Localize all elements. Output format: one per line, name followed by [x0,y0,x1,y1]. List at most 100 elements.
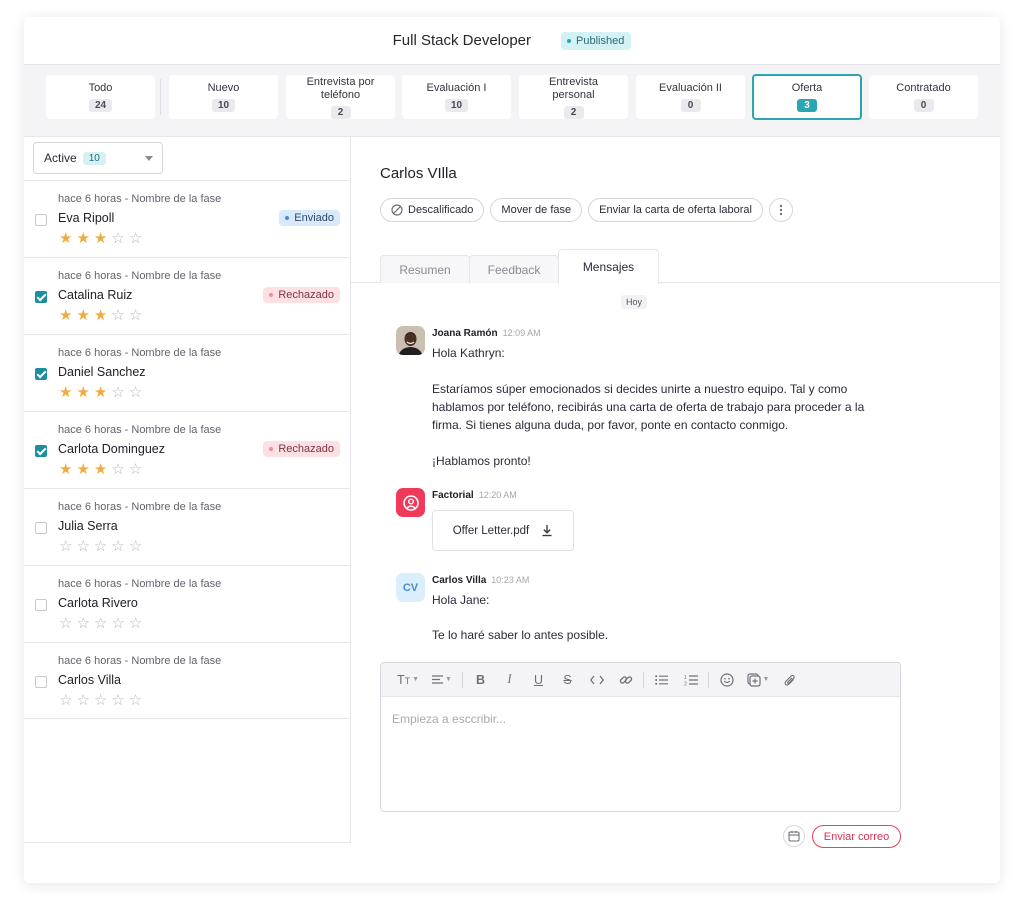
star-empty-icon[interactable]: ☆ [129,616,142,631]
star-empty-icon[interactable]: ☆ [94,539,107,554]
candidate-name: Carlos Villa [58,673,121,687]
star-filled-icon[interactable]: ★ [59,231,72,246]
stage-todo[interactable]: Todo 24 [46,75,155,119]
underline-button[interactable]: U [524,668,553,692]
star-filled-icon[interactable]: ★ [94,231,107,246]
align-button[interactable]: ▼ [425,668,459,692]
message-input[interactable] [381,698,900,811]
candidate-row[interactable]: hace 6 horas - Nombre de la fase Eva Rip… [24,180,351,257]
star-empty-icon[interactable]: ☆ [59,539,72,554]
star-empty-icon[interactable]: ☆ [111,385,124,400]
candidate-checkbox[interactable] [35,445,47,457]
tab-label: Resumen [399,262,451,277]
star-empty-icon[interactable]: ☆ [59,693,72,708]
star-empty-icon[interactable]: ☆ [129,385,142,400]
emoji-button[interactable] [712,668,741,692]
message-paragraph: ¡Hablamos pronto! [432,454,531,468]
candidate-checkbox[interactable] [35,291,47,303]
star-empty-icon[interactable]: ☆ [129,231,142,246]
bullet-list-button[interactable] [647,668,676,692]
star-filled-icon[interactable]: ★ [76,231,89,246]
stage-contratado[interactable]: Contratado 0 [869,75,978,119]
stage-count: 3 [797,99,817,112]
send-offer-label: Enviar la carta de oferta laboral [599,204,752,216]
candidate-row[interactable]: hace 6 horas - Nombre de la fase Julia S… [24,488,351,565]
candidate-checkbox[interactable] [35,676,47,688]
candidate-row[interactable]: hace 6 horas - Nombre de la fase Carlos … [24,642,351,719]
link-button[interactable] [611,668,640,692]
star-empty-icon[interactable]: ☆ [76,616,89,631]
stage-entrevista-personal[interactable]: Entrevista personal 2 [519,75,628,119]
text-size-button[interactable]: TT ▼ [391,668,425,692]
star-rating[interactable]: ☆ ☆ ☆ ☆ ☆ [59,539,142,554]
star-filled-icon[interactable]: ★ [76,385,89,400]
stage-count: 2 [563,105,584,119]
star-empty-icon[interactable]: ☆ [94,693,107,708]
star-empty-icon[interactable]: ☆ [76,539,89,554]
star-empty-icon[interactable]: ☆ [59,616,72,631]
candidate-row[interactable]: hace 6 horas - Nombre de la fase Daniel … [24,334,351,411]
star-empty-icon[interactable]: ☆ [129,308,142,323]
candidate-name: Catalina Ruiz [58,288,133,302]
italic-button[interactable]: I [495,668,524,692]
attach-button[interactable] [775,668,804,692]
candidate-checkbox[interactable] [35,214,47,226]
download-icon[interactable] [541,524,553,537]
star-filled-icon[interactable]: ★ [94,308,107,323]
star-empty-icon[interactable]: ☆ [111,693,124,708]
candidate-checkbox[interactable] [35,522,47,534]
send-email-button[interactable]: Enviar correo [812,825,901,848]
star-empty-icon[interactable]: ☆ [129,539,142,554]
disqualify-button[interactable]: Descalificado [380,198,485,222]
star-rating[interactable]: ☆ ☆ ☆ ☆ ☆ [59,616,142,631]
star-rating[interactable]: ★ ★ ★ ☆ ☆ [59,308,142,323]
tab-mensajes[interactable]: Mensajes [558,249,659,284]
stage-evaluacion-2[interactable]: Evaluación II 0 [636,75,745,119]
star-empty-icon[interactable]: ☆ [76,693,89,708]
star-filled-icon[interactable]: ★ [59,462,72,477]
status-label: Published [576,34,625,47]
candidate-row[interactable]: hace 6 horas - Nombre de la fase Carlota… [24,411,351,488]
stage-oferta[interactable]: Oferta 3 [752,74,862,120]
star-filled-icon[interactable]: ★ [76,308,89,323]
star-filled-icon[interactable]: ★ [76,462,89,477]
status-filter-select[interactable]: Active 10 [33,142,163,174]
stage-nuevo[interactable]: Nuevo 10 [169,75,278,119]
star-empty-icon[interactable]: ☆ [111,308,124,323]
strikethrough-button[interactable]: S [553,668,582,692]
star-empty-icon[interactable]: ☆ [111,616,124,631]
star-rating[interactable]: ★ ★ ★ ☆ ☆ [59,231,142,246]
star-empty-icon[interactable]: ☆ [94,616,107,631]
code-button[interactable] [582,668,611,692]
star-filled-icon[interactable]: ★ [94,385,107,400]
more-options-button[interactable] [769,198,793,222]
candidate-checkbox[interactable] [35,599,47,611]
stage-entrevista-telefono[interactable]: Entrevista por teléfono 2 [286,75,395,119]
star-rating[interactable]: ★ ★ ★ ☆ ☆ [59,385,142,400]
tab-feedback[interactable]: Feedback [469,255,559,283]
candidate-row[interactable]: hace 6 horas - Nombre de la fase Catalin… [24,257,351,334]
numbered-list-button[interactable]: 12 [676,668,705,692]
candidate-checkbox[interactable] [35,368,47,380]
candidate-meta: hace 6 horas - Nombre de la fase [58,578,222,590]
insert-button[interactable]: ▼ [741,668,775,692]
star-filled-icon[interactable]: ★ [59,308,72,323]
star-empty-icon[interactable]: ☆ [111,231,124,246]
star-rating[interactable]: ★ ★ ★ ☆ ☆ [59,462,142,477]
star-empty-icon[interactable]: ☆ [129,462,142,477]
star-rating[interactable]: ☆ ☆ ☆ ☆ ☆ [59,693,142,708]
star-filled-icon[interactable]: ★ [94,462,107,477]
bold-button[interactable]: B [466,668,495,692]
attachment-file[interactable]: Offer Letter.pdf [432,510,574,551]
stage-bar: Todo 24 Nuevo 10 Entrevista por teléfono 2 … [24,65,1000,137]
move-stage-button[interactable]: Mover de fase [490,198,583,222]
stage-evaluacion-1[interactable]: Evaluación I 10 [402,75,511,119]
tab-resumen[interactable]: Resumen [380,255,470,283]
star-empty-icon[interactable]: ☆ [111,462,124,477]
candidate-row[interactable]: hace 6 horas - Nombre de la fase Carlota… [24,565,351,642]
star-empty-icon[interactable]: ☆ [111,539,124,554]
star-empty-icon[interactable]: ☆ [129,693,142,708]
send-offer-button[interactable]: Enviar la carta de oferta laboral [588,198,763,222]
schedule-button[interactable] [783,825,805,847]
star-filled-icon[interactable]: ★ [59,385,72,400]
